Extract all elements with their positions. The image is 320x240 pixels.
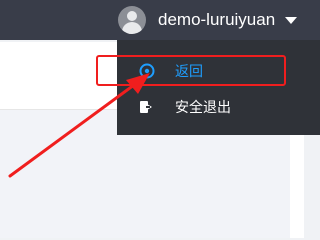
annotation-arrow-icon [8,73,150,178]
